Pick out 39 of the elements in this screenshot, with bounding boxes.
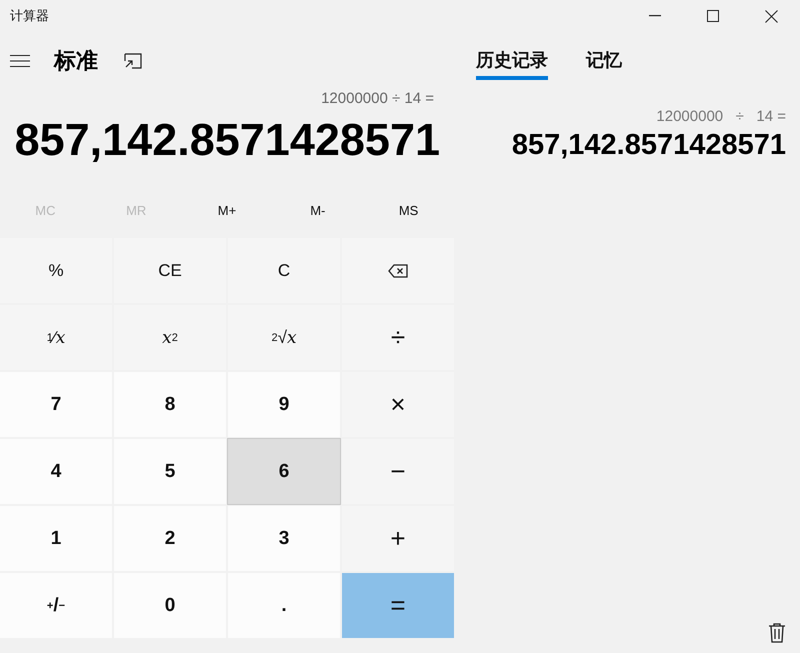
- operator-key[interactable]: ÷: [342, 305, 454, 370]
- backspace-icon: [388, 264, 408, 278]
- mode-title: 标准: [54, 47, 98, 75]
- menu-icon: [10, 55, 30, 67]
- digit-key[interactable]: 5: [114, 439, 226, 504]
- result-display: 857,142.8571428571: [14, 113, 440, 167]
- history-expression: 12000000 ÷ 14 =: [656, 108, 786, 125]
- memory-button[interactable]: M-: [272, 194, 364, 226]
- function-key[interactable]: CE: [114, 238, 226, 303]
- digit-key[interactable]: 9: [228, 372, 340, 437]
- close-icon: [764, 10, 778, 22]
- memory-button[interactable]: MS: [363, 194, 454, 226]
- digit-key[interactable]: .: [228, 573, 340, 638]
- trash-icon: [768, 623, 786, 643]
- digit-key[interactable]: 2: [114, 506, 226, 571]
- maximize-icon: [707, 10, 719, 22]
- window-title: 计算器: [9, 7, 50, 25]
- equals-key[interactable]: =: [342, 573, 454, 638]
- delete-history-button[interactable]: [768, 623, 786, 643]
- digit-key[interactable]: 8: [114, 372, 226, 437]
- tab[interactable]: 历史记录: [476, 42, 548, 80]
- memory-button[interactable]: M+: [182, 194, 272, 226]
- function-key[interactable]: C: [228, 238, 340, 303]
- digit-key[interactable]: 4: [0, 439, 112, 504]
- operator-key[interactable]: +: [342, 506, 454, 571]
- digit-key[interactable]: 7: [0, 372, 112, 437]
- digit-key[interactable]: 6: [228, 439, 340, 504]
- digit-key[interactable]: 0: [114, 573, 226, 638]
- operator-key[interactable]: ×: [342, 372, 454, 437]
- keep-on-top-icon: [124, 53, 142, 69]
- digit-key[interactable]: 1: [0, 506, 112, 571]
- tab[interactable]: 记忆: [586, 42, 622, 80]
- history-result: 857,142.8571428571: [512, 129, 786, 162]
- function-key[interactable]: %: [0, 238, 112, 303]
- digit-key[interactable]: 3: [228, 506, 340, 571]
- function-key[interactable]: x$^{2}$: [114, 305, 226, 370]
- minimize-icon: [649, 15, 661, 17]
- expression-text: 12000000 ÷ 14 =: [320, 90, 435, 109]
- operator-key[interactable]: −: [342, 439, 454, 504]
